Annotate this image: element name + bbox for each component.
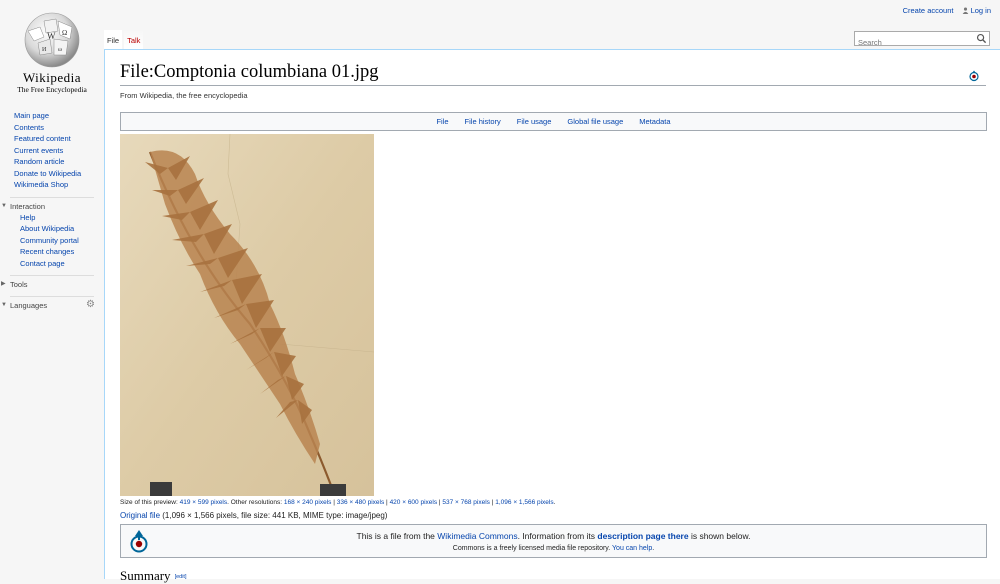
svg-text:W: W	[47, 31, 56, 41]
edit-section-link[interactable]: [edit]	[175, 574, 187, 580]
toc-global-file-usage-link[interactable]: Global file usage	[567, 117, 623, 126]
personal-tools: Create account Log in	[897, 6, 991, 15]
languages-portal: ▼ Languages ⚙	[1, 296, 95, 311]
sidebar-item-featured-content[interactable]: Featured content	[14, 134, 71, 143]
description-page-link[interactable]: description page there	[597, 531, 688, 541]
toc-metadata-link[interactable]: Metadata	[639, 117, 670, 126]
svg-text:И: И	[42, 47, 47, 53]
sidebar-item-contact-page[interactable]: Contact page	[20, 259, 65, 268]
toc-file-link[interactable]: File	[436, 117, 448, 126]
interaction-label: Interaction	[10, 201, 46, 211]
tab-file[interactable]: File	[104, 30, 123, 49]
tagline: The Free Encyclopedia	[17, 85, 87, 94]
fossil-leaf-image[interactable]	[120, 134, 374, 496]
resolution-link[interactable]: 420 × 600 pixels	[390, 499, 438, 506]
other-resolutions-prefix: . Other resolutions:	[227, 499, 284, 506]
commons-text-d: Commons is a freely licensed media file …	[452, 545, 613, 552]
resolution-link[interactable]: 336 × 480 pixels	[337, 499, 385, 506]
log-in-link[interactable]: Log in	[962, 6, 991, 15]
preview-size-link[interactable]: 419 × 599 pixels	[180, 499, 228, 506]
triangle-down-icon: ▼	[1, 302, 7, 308]
toc-file-usage-link[interactable]: File usage	[517, 117, 552, 126]
preview-size-info: Size of this preview: 419 × 599 pixels. …	[120, 499, 556, 506]
commons-badge-icon[interactable]	[968, 70, 980, 82]
tab-talk[interactable]: Talk	[124, 30, 144, 49]
sidebar-item-help[interactable]: Help	[20, 213, 35, 222]
sidebar-item-wikimedia-shop[interactable]: Wikimedia Shop	[14, 180, 68, 189]
commons-text-a: This is a file from the	[356, 531, 438, 541]
sidebar-item-contents[interactable]: Contents	[14, 123, 44, 132]
log-in-label: Log in	[970, 6, 991, 15]
search-box	[854, 31, 990, 49]
interaction-toggle[interactable]: ▼ Interaction	[0, 201, 94, 212]
wikimedia-commons-link[interactable]: Wikimedia Commons	[437, 531, 517, 541]
page-title: File:Comptonia columbiana 01.jpg	[120, 62, 986, 86]
resolution-link[interactable]: 1,096 × 1,566 pixels	[495, 499, 553, 506]
wikipedia-globe-icon: W Ω И ω	[24, 12, 80, 68]
tools-toggle[interactable]: ▶ Tools	[0, 279, 94, 290]
page-tagline: From Wikipedia, the free encyclopedia	[120, 91, 248, 100]
interaction-portal: ▼ Interaction Help About Wikipedia Commu…	[1, 196, 94, 270]
content-area: File:Comptonia columbiana 01.jpg From Wi…	[104, 49, 1000, 583]
navigation-list: Main page Contents Featured content Curr…	[0, 110, 104, 191]
commons-notice: This is a file from the Wikimedia Common…	[120, 524, 987, 558]
search-icon[interactable]	[976, 33, 987, 44]
original-file-details: (1,096 × 1,566 pixels, file size: 441 KB…	[160, 511, 388, 520]
tools-portal: ▶ Tools	[1, 275, 94, 290]
svg-text:ω: ω	[58, 47, 62, 53]
resolution-link[interactable]: 168 × 240 pixels	[284, 499, 332, 506]
sidebar: Main page Contents Featured content Curr…	[0, 110, 104, 311]
wikipedia-logo[interactable]: W Ω И ω Wikipedia The Free Encyclopedia	[0, 0, 104, 100]
original-file-line: Original file (1,096 × 1,566 pixels, fil…	[120, 511, 387, 520]
sidebar-item-current-events[interactable]: Current events	[14, 146, 63, 155]
preview-suffix: .	[553, 499, 556, 506]
sidebar-item-about[interactable]: About Wikipedia	[20, 224, 74, 233]
summary-title: Summary	[120, 568, 171, 583]
you-can-help-link[interactable]: You can help	[612, 545, 652, 552]
triangle-down-icon: ▼	[1, 202, 7, 209]
original-file-link[interactable]: Original file	[120, 511, 160, 520]
sidebar-item-random-article[interactable]: Random article	[14, 157, 64, 166]
commons-text-c: is shown below.	[688, 531, 751, 541]
summary-heading: Summary [edit]	[120, 568, 187, 584]
search-input[interactable]	[855, 36, 973, 49]
wordmark: Wikipedia	[22, 70, 82, 85]
languages-toggle[interactable]: ▼ Languages	[0, 300, 94, 311]
file-toc: File File history File usage Global file…	[120, 112, 987, 131]
commons-notice-line1: This is a file from the Wikimedia Common…	[121, 531, 986, 541]
svg-text:Ω: Ω	[62, 29, 67, 37]
tools-label: Tools	[10, 280, 28, 289]
interaction-list: Help About Wikipedia Community portal Re…	[10, 212, 94, 270]
namespace-tabs: File Talk	[104, 30, 145, 49]
commons-text-b: . Information from its	[517, 531, 598, 541]
commons-text-e: .	[652, 545, 655, 552]
sidebar-item-recent-changes[interactable]: Recent changes	[20, 247, 74, 256]
create-account-link[interactable]: Create account	[903, 6, 954, 15]
commons-notice-line2: Commons is a freely licensed media file …	[121, 545, 986, 552]
sidebar-item-main-page[interactable]: Main page	[14, 111, 49, 120]
sidebar-item-community-portal[interactable]: Community portal	[20, 236, 79, 245]
triangle-right-icon: ▶	[1, 281, 6, 287]
gear-icon[interactable]: ⚙	[86, 299, 95, 310]
languages-label: Languages	[10, 301, 48, 310]
resolution-link[interactable]: 537 × 768 pixels	[442, 499, 490, 506]
user-icon	[962, 7, 968, 14]
preview-size-prefix: Size of this preview:	[120, 499, 180, 506]
sidebar-item-donate[interactable]: Donate to Wikipedia	[14, 169, 81, 178]
toc-file-history-link[interactable]: File history	[465, 117, 501, 126]
